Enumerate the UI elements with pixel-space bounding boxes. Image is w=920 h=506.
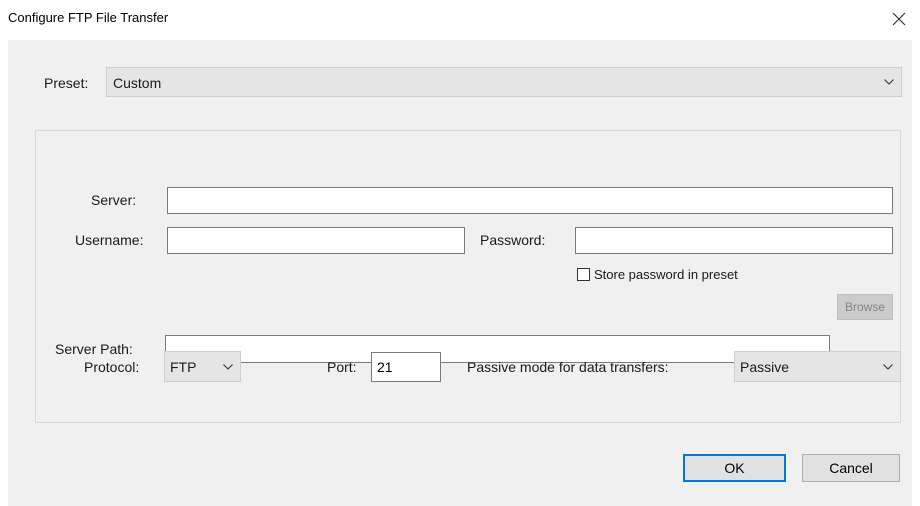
store-password-label: Store password in preset [594,267,738,282]
dialog-content: Preset: Custom Server: Username: Passwor… [8,40,912,506]
close-button[interactable] [884,4,914,34]
server-input[interactable] [167,187,893,214]
close-icon [892,12,906,26]
chevron-down-icon [878,352,898,381]
protocol-label: Protocol: [84,359,140,375]
username-label: Username: [75,232,144,248]
preset-select[interactable]: Custom [106,67,902,97]
chevron-down-icon [218,352,238,381]
passive-mode-selected-value: Passive [740,359,790,375]
passive-mode-label: Passive mode for data transfers: [467,359,669,375]
window-title: Configure FTP File Transfer [8,10,169,25]
chevron-down-icon [879,68,899,96]
protocol-selected-value: FTP [170,359,197,375]
ok-button[interactable]: OK [683,454,786,482]
port-label: Port: [327,359,357,375]
password-label: Password: [480,232,546,248]
passive-mode-select[interactable]: Passive [734,351,901,382]
username-input[interactable] [167,227,465,254]
title-bar: Configure FTP File Transfer [0,0,920,40]
store-password-checkbox[interactable] [577,268,590,281]
preset-label: Preset: [44,75,89,91]
cancel-button[interactable]: Cancel [802,454,900,482]
password-input[interactable] [575,227,893,254]
port-input[interactable] [371,352,441,382]
server-label: Server: [91,192,137,208]
preset-selected-value: Custom [113,75,162,91]
protocol-select[interactable]: FTP [164,351,241,382]
browse-button[interactable]: Browse [837,294,893,320]
server-path-label: Server Path: [55,341,133,357]
